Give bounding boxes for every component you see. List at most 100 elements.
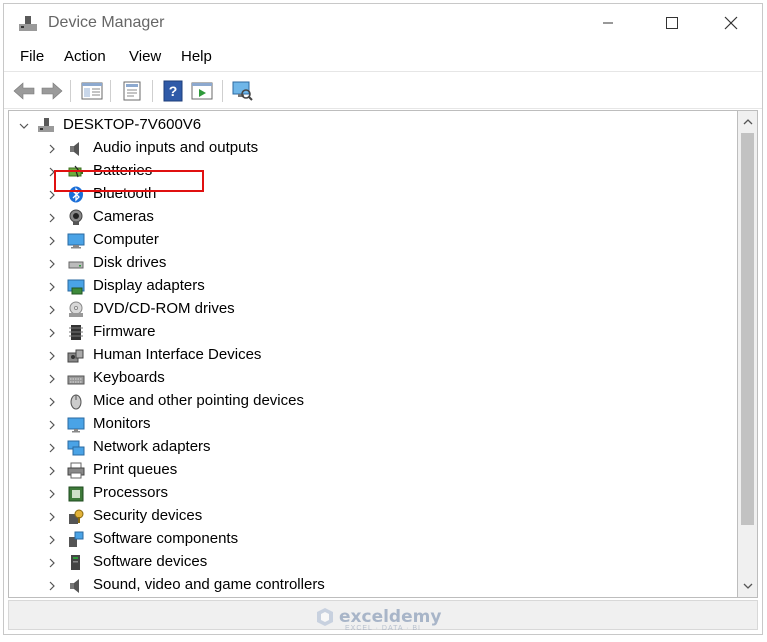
title-bar[interactable]: Device Manager — [4, 4, 762, 42]
display-adapter-icon — [67, 279, 85, 295]
scroll-thumb[interactable] — [741, 133, 754, 525]
maximize-icon — [666, 17, 678, 29]
tree-item[interactable]: Disk drives — [9, 252, 737, 275]
tree-item[interactable]: Keyboards — [9, 367, 737, 390]
chevron-right-icon[interactable] — [45, 459, 59, 482]
tree-item[interactable]: Firmware — [9, 321, 737, 344]
chevron-right-icon[interactable] — [45, 505, 59, 528]
chevron-right-icon[interactable] — [45, 137, 59, 160]
help-icon[interactable]: ? — [161, 80, 185, 102]
tree-item[interactable]: Monitors — [9, 413, 737, 436]
tree-item[interactable]: Processors — [9, 482, 737, 505]
chevron-right-icon[interactable] — [45, 482, 59, 505]
vertical-scrollbar[interactable] — [738, 110, 758, 598]
speaker-icon — [70, 142, 79, 156]
hid-icon — [67, 349, 84, 363]
show-hide-tree-icon[interactable] — [80, 80, 104, 102]
tree-item-label: Human Interface Devices — [93, 346, 262, 363]
menu-action[interactable]: Action — [64, 48, 106, 65]
properties-icon[interactable] — [120, 80, 144, 102]
scan-hardware-icon[interactable] — [230, 80, 254, 102]
toolbar: ? — [4, 71, 762, 109]
maximize-button[interactable] — [650, 10, 694, 36]
tree-item-label: Network adapters — [93, 438, 211, 455]
camera-icon — [69, 209, 83, 225]
chevron-right-icon[interactable] — [45, 528, 59, 551]
chevron-right-icon[interactable] — [45, 229, 59, 252]
tree-item[interactable]: Software components — [9, 528, 737, 551]
monitor-icon — [67, 417, 85, 433]
chevron-down-icon[interactable] — [17, 114, 31, 137]
network-adapter-icon — [67, 440, 85, 456]
device-tree[interactable]: DESKTOP-7V600V6 Audio inputs and outputs… — [8, 110, 738, 598]
run-icon[interactable] — [190, 80, 214, 102]
chevron-right-icon[interactable] — [45, 206, 59, 229]
tree-item[interactable]: DVD/CD-ROM drives — [9, 298, 737, 321]
tree-item[interactable]: Cameras — [9, 206, 737, 229]
tree-item-label: Sound, video and game controllers — [93, 576, 325, 593]
tree-item[interactable]: Audio inputs and outputs — [9, 137, 737, 160]
tree-item[interactable]: Print queues — [9, 459, 737, 482]
tree-root[interactable]: DESKTOP-7V600V6 — [9, 114, 737, 137]
battery-icon — [68, 165, 83, 178]
chevron-right-icon[interactable] — [45, 574, 59, 597]
scroll-down-button[interactable] — [738, 577, 757, 595]
chevron-right-icon[interactable] — [45, 252, 59, 275]
chevron-right-icon[interactable] — [45, 551, 59, 574]
watermark-tagline: EXCEL · DATA · BI — [345, 625, 421, 632]
disk-drive-icon — [68, 261, 84, 269]
device-manager-app-icon — [19, 16, 37, 31]
device-manager-window: Device Manager File Action View Help ? D… — [3, 3, 763, 635]
tree-item[interactable]: Software devices — [9, 551, 737, 574]
minimize-icon — [603, 22, 613, 24]
processor-icon — [68, 486, 84, 502]
bluetooth-icon — [69, 186, 83, 203]
tree-item[interactable]: Bluetooth — [9, 183, 737, 206]
mouse-icon — [70, 394, 82, 410]
chevron-right-icon[interactable] — [45, 344, 59, 367]
tree-item-label: Security devices — [93, 507, 203, 524]
chevron-right-icon[interactable] — [45, 390, 59, 413]
chevron-right-icon[interactable] — [45, 298, 59, 321]
tree-item[interactable]: Display adapters — [9, 275, 737, 298]
toolbar-separator — [70, 80, 71, 102]
chevron-right-icon[interactable] — [45, 367, 59, 390]
security-device-icon — [69, 509, 84, 524]
menu-view[interactable]: View — [129, 48, 161, 65]
tree-item-label: Firmware — [93, 323, 156, 340]
tree-item-label: Software components — [93, 530, 239, 547]
svg-text:?: ? — [169, 83, 178, 99]
tree-item[interactable]: Security devices — [9, 505, 737, 528]
chevron-right-icon[interactable] — [45, 183, 59, 206]
forward-arrow-icon[interactable] — [40, 80, 64, 102]
window-title: Device Manager — [48, 14, 165, 31]
chevron-right-icon[interactable] — [45, 436, 59, 459]
chevron-right-icon[interactable] — [45, 321, 59, 344]
tree-item[interactable]: Batteries — [9, 160, 737, 183]
close-button[interactable] — [709, 10, 753, 36]
menu-help[interactable]: Help — [181, 48, 212, 65]
scroll-up-button[interactable] — [738, 113, 757, 131]
chevron-right-icon[interactable] — [45, 275, 59, 298]
tree-item[interactable]: Mice and other pointing devices — [9, 390, 737, 413]
tree-item[interactable]: Human Interface Devices — [9, 344, 737, 367]
tree-item[interactable]: Network adapters — [9, 436, 737, 459]
chevron-right-icon[interactable] — [45, 413, 59, 436]
tree-item[interactable]: Computer — [9, 229, 737, 252]
sound-controller-icon — [70, 579, 79, 593]
tree-item-label: Audio inputs and outputs — [93, 139, 259, 156]
computer-icon — [67, 233, 85, 249]
minimize-button[interactable] — [586, 10, 630, 36]
tree-item-label: Disk drives — [93, 254, 167, 271]
menu-bar: File Action View Help — [4, 44, 762, 70]
tree-item-label: Batteries — [93, 162, 153, 179]
watermark: exceldemy EXCEL · DATA · BI — [315, 607, 442, 632]
watermark-name: exceldemy — [339, 607, 442, 627]
tree-item-label: Computer — [93, 231, 159, 248]
dvd-drive-icon — [69, 301, 83, 317]
menu-file[interactable]: File — [20, 48, 44, 65]
chevron-right-icon[interactable] — [45, 160, 59, 183]
back-arrow-icon[interactable] — [12, 80, 36, 102]
keyboard-icon — [67, 375, 85, 385]
tree-item[interactable]: Sound, video and game controllers — [9, 574, 737, 597]
